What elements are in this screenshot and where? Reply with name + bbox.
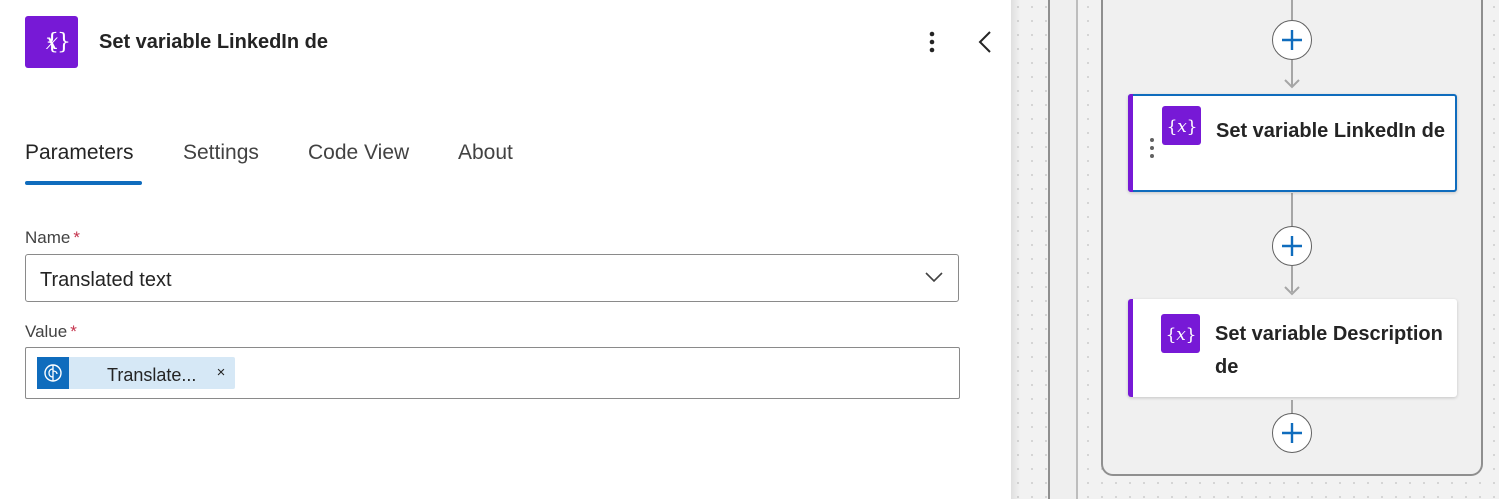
- variable-icon: { x }: [25, 16, 78, 68]
- more-vertical-icon: [929, 31, 935, 53]
- name-dropdown[interactable]: Translated text: [25, 254, 959, 302]
- required-mark: *: [73, 228, 80, 247]
- svg-text:{: {: [1166, 117, 1177, 137]
- panel-header: { x } Set variable LinkedIn de: [0, 0, 1011, 84]
- variable-icon: { x }: [1162, 106, 1201, 145]
- plus-icon: [1282, 30, 1302, 50]
- tab-about[interactable]: About: [458, 130, 513, 186]
- add-step-button[interactable]: [1272, 226, 1312, 266]
- ai-brain-icon: [37, 357, 69, 389]
- more-options-button[interactable]: [918, 26, 946, 58]
- panel-divider: [1011, 0, 1021, 499]
- outer-scope-container: [1048, 0, 1078, 499]
- arrow-down-icon: [1284, 79, 1300, 89]
- plus-icon: [1282, 423, 1302, 443]
- connector-line: [1291, 0, 1293, 20]
- chevron-left-icon: [978, 31, 991, 53]
- svg-text:}: }: [1186, 117, 1197, 137]
- required-mark: *: [70, 322, 77, 341]
- svg-text:{: {: [1165, 325, 1176, 345]
- flow-node-card-selected[interactable]: { x } Set variable LinkedIn de: [1128, 94, 1457, 192]
- tab-parameters[interactable]: Parameters: [25, 130, 134, 186]
- value-label-text: Value: [25, 322, 68, 341]
- remove-token-button[interactable]: ×: [213, 364, 229, 382]
- tab-label: Parameters: [25, 141, 134, 164]
- connector-line: [1291, 193, 1293, 227]
- plus-icon: [1282, 236, 1302, 256]
- active-tab-indicator: [25, 181, 142, 185]
- tab-settings[interactable]: Settings: [183, 130, 259, 186]
- action-details-panel: { x } Set variable LinkedIn de Parameter…: [0, 0, 1011, 499]
- tab-label: Settings: [183, 141, 259, 164]
- add-step-button[interactable]: [1272, 413, 1312, 453]
- node-accent-bar: [1128, 94, 1133, 192]
- variable-icon: { x }: [1161, 314, 1200, 353]
- name-label: Name *: [25, 228, 80, 248]
- value-label: Value *: [25, 322, 77, 342]
- svg-text:}: }: [1185, 325, 1196, 345]
- add-step-button[interactable]: [1272, 20, 1312, 60]
- node-title: Set variable LinkedIn de: [1216, 120, 1445, 142]
- arrow-down-icon: [1284, 286, 1300, 296]
- name-selected-value: Translated text: [40, 269, 172, 291]
- dynamic-content-token[interactable]: Translate... ×: [37, 357, 235, 389]
- value-input[interactable]: Translate... ×: [25, 347, 960, 399]
- tab-label: About: [458, 141, 513, 164]
- flow-node-card[interactable]: { x } Set variable Description de: [1128, 299, 1457, 397]
- token-label: Translate...: [107, 365, 197, 385]
- tab-code-view[interactable]: Code View: [308, 130, 409, 186]
- drag-handle-icon[interactable]: [1147, 136, 1157, 160]
- node-accent-bar: [1128, 299, 1133, 397]
- tab-label: Code View: [308, 141, 410, 164]
- connector-line: [1291, 400, 1293, 414]
- chevron-down-icon: [925, 272, 943, 283]
- svg-text:}: }: [57, 30, 71, 55]
- collapse-panel-button[interactable]: [970, 26, 1000, 58]
- name-label-text: Name: [25, 228, 71, 247]
- node-title: Set variable Description de: [1215, 323, 1443, 378]
- panel-title: Set variable LinkedIn de: [99, 31, 328, 53]
